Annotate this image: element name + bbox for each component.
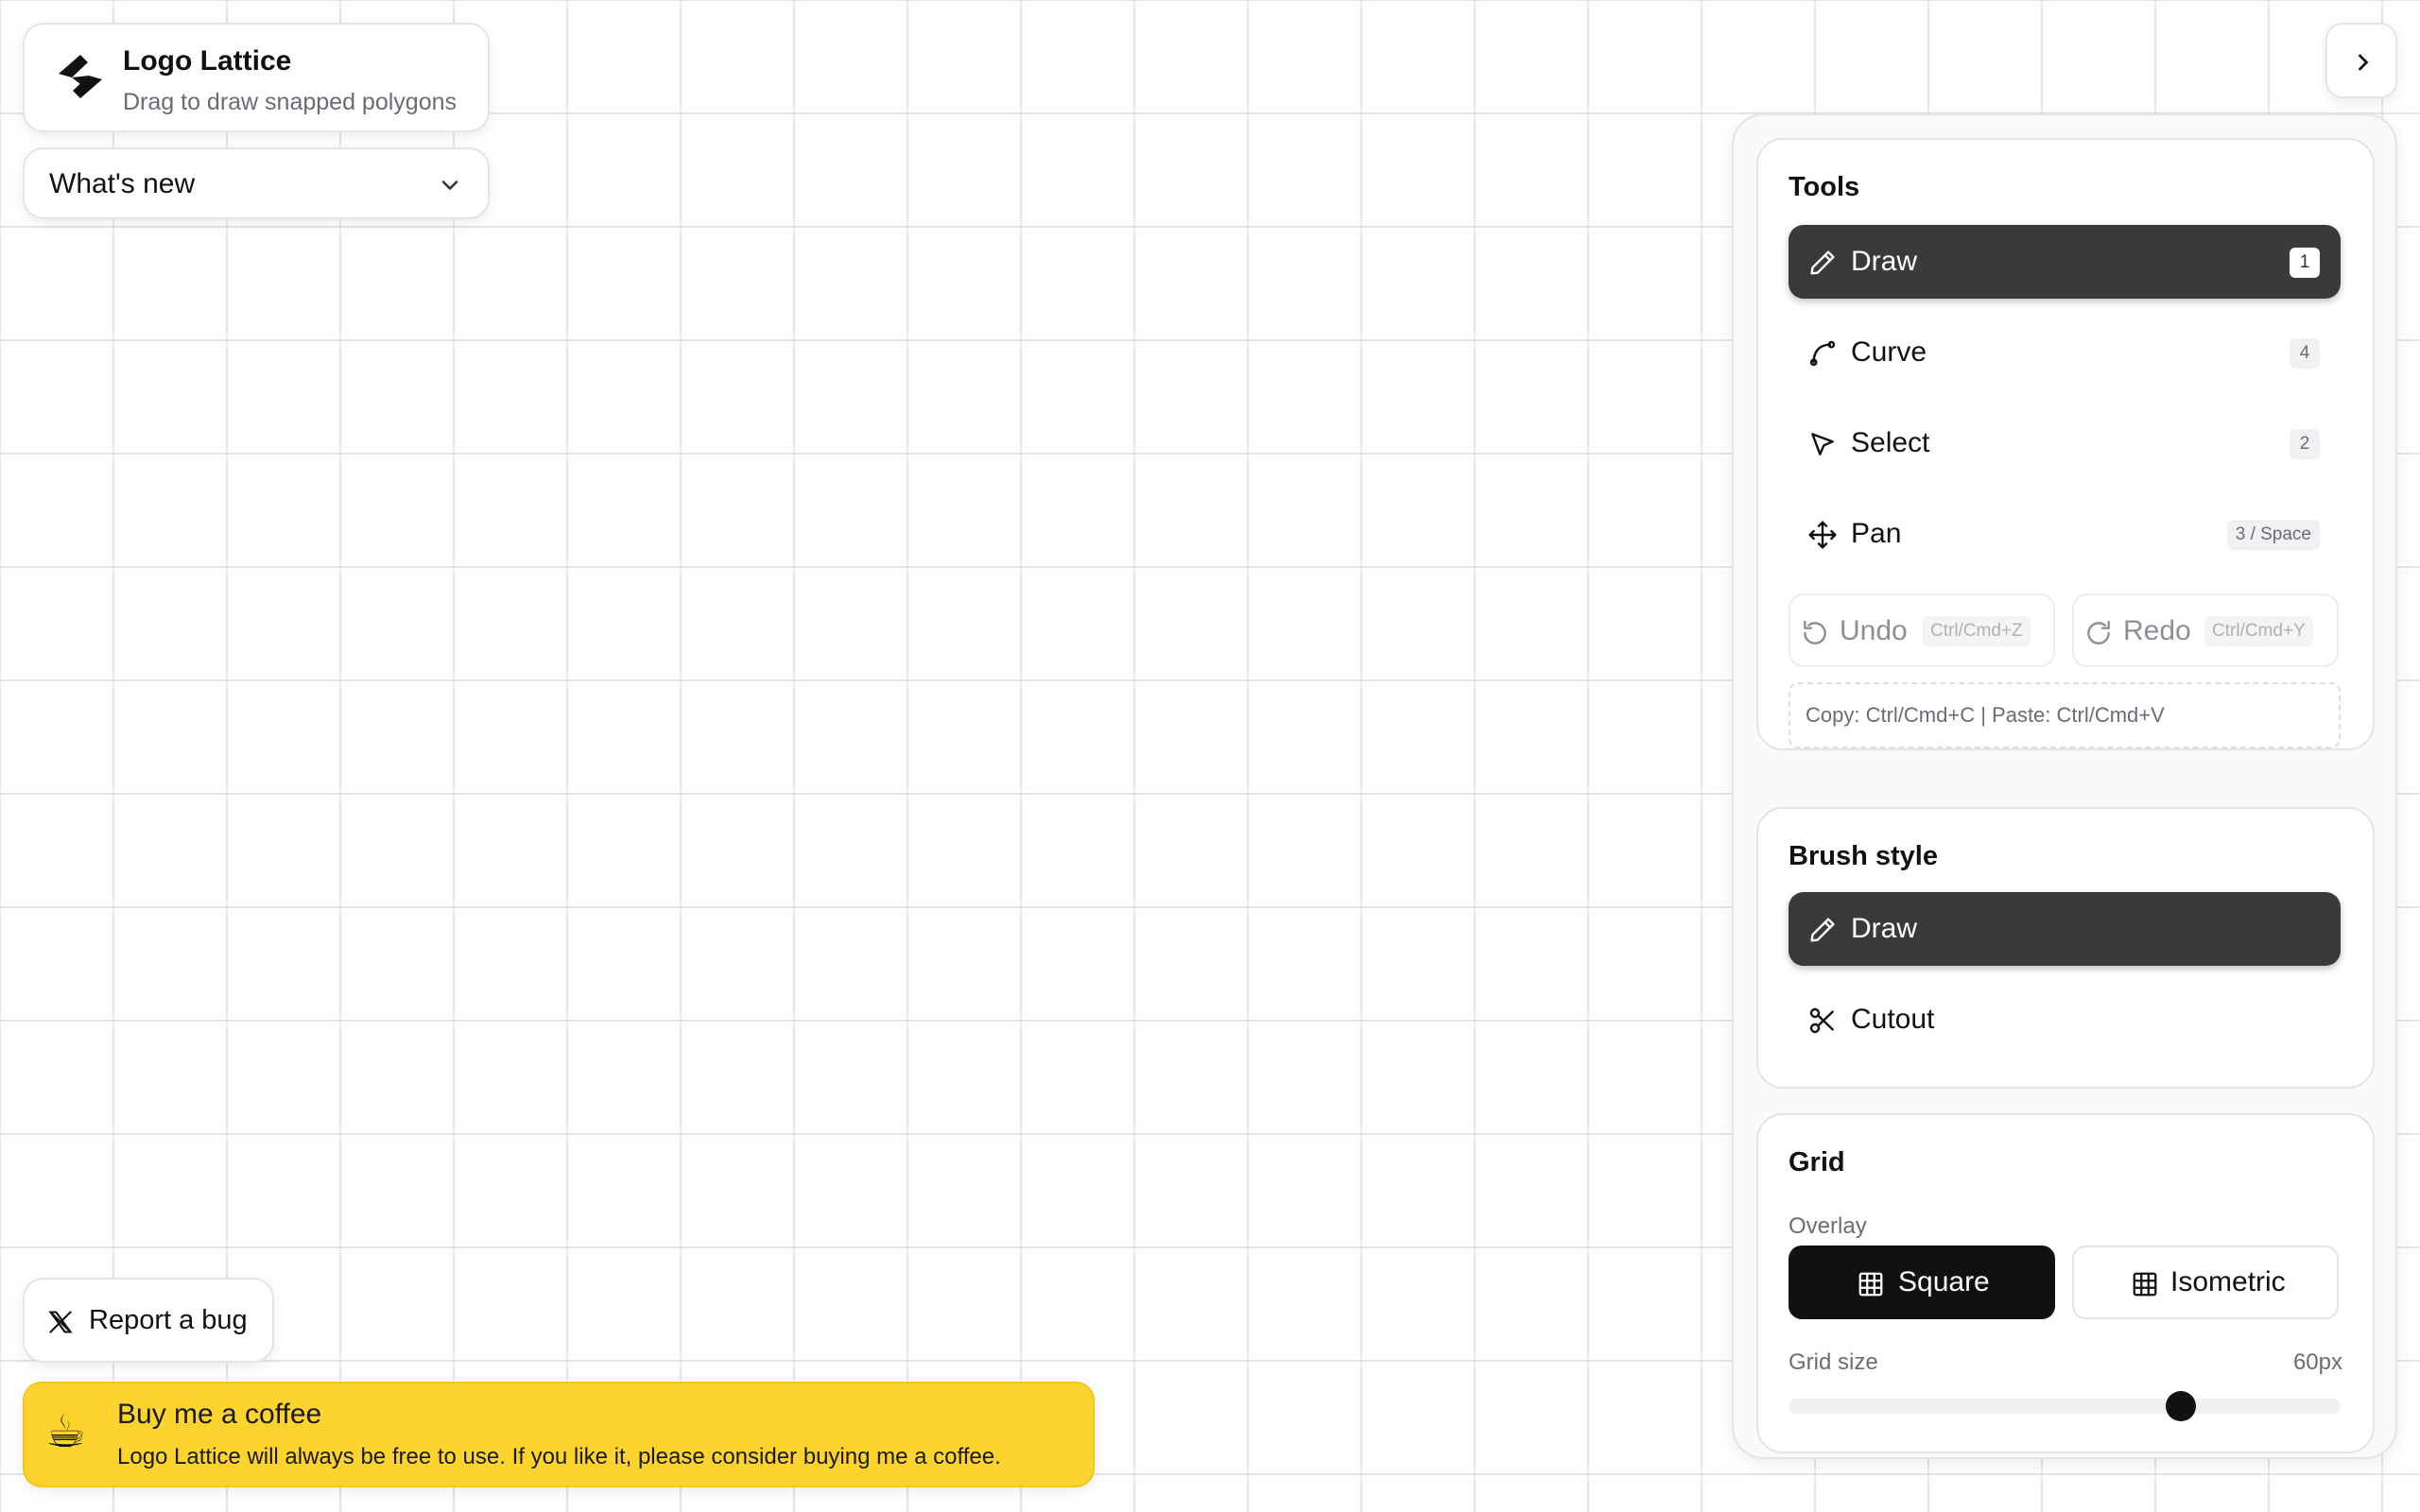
logo-lattice-icon (59, 55, 102, 98)
undo-button[interactable]: Undo Ctrl/Cmd+Z (1789, 593, 2055, 667)
tools-title: Tools (1789, 172, 1860, 202)
tool-select[interactable]: Select 2 (1789, 406, 2341, 480)
brush-cutout[interactable]: Cutout (1789, 983, 2341, 1057)
brush-label: Cutout (1851, 1004, 1935, 1035)
app-title: Logo Lattice (123, 45, 292, 77)
tool-curve[interactable]: Curve 4 (1789, 316, 2341, 389)
tool-draw[interactable]: Draw 1 (1789, 225, 2341, 299)
scissors-icon (1809, 1007, 1834, 1034)
undo-label: Undo (1840, 615, 1908, 646)
grid-icon (2133, 1272, 2157, 1297)
grid-size-label: Grid size (1789, 1349, 1878, 1375)
coffee-icon: ☕ (45, 1407, 87, 1457)
report-bug-button[interactable]: Report a bug (23, 1278, 274, 1363)
grid-size-slider[interactable] (1789, 1391, 2341, 1421)
redo-label: Redo (2123, 615, 2191, 646)
tool-label: Select (1851, 427, 1930, 458)
coffee-title: Buy me a coffee (117, 1399, 322, 1430)
grid-title: Grid (1789, 1147, 1845, 1177)
undo-shortcut: Ctrl/Cmd+Z (1923, 616, 2031, 646)
chevron-down-icon (441, 180, 458, 190)
copy-paste-hint: Copy: Ctrl/Cmd+C | Paste: Ctrl/Cmd+V (1789, 682, 2341, 748)
overlay-option-label: Isometric (2170, 1266, 2286, 1297)
shortcut-badge: 4 (2290, 338, 2320, 369)
coffee-text: Logo Lattice will always be free to use.… (117, 1444, 1001, 1469)
tool-label: Draw (1851, 246, 1918, 277)
move-icon (1808, 521, 1837, 549)
chevron-right-icon (2359, 54, 2368, 71)
tool-label: Pan (1851, 518, 1902, 549)
brush-style-section: Brush style Draw Cutout (1756, 807, 2375, 1089)
overlay-option-label: Square (1898, 1266, 1990, 1297)
app-subtitle: Drag to draw snapped polygons (123, 89, 458, 115)
redo-shortcut: Ctrl/Cmd+Y (2204, 616, 2313, 646)
shortcut-badge: 1 (2290, 248, 2320, 278)
redo-button[interactable]: Redo Ctrl/Cmd+Y (2072, 593, 2339, 667)
overlay-isometric-button[interactable]: Isometric (2072, 1246, 2339, 1319)
tools-section: Tools Draw 1 Curve 4 Select 2 Pan 3 / Sp… (1756, 138, 2375, 750)
panel-toggle-button[interactable] (2325, 23, 2397, 98)
brush-label: Draw (1851, 913, 1918, 944)
brush-style-title: Brush style (1789, 841, 1938, 871)
grid-section: Grid Overlay Square Isometric Grid size … (1756, 1113, 2375, 1453)
brand-card: Logo Lattice Drag to draw snapped polygo… (23, 23, 490, 132)
grid-size-value: 60px (2292, 1349, 2342, 1375)
redo-icon (2087, 620, 2110, 644)
overlay-square-button[interactable]: Square (1789, 1246, 2055, 1319)
slider-thumb[interactable] (2165, 1391, 2196, 1421)
whats-new-label: What's new (49, 168, 196, 199)
shortcut-badge: 2 (2290, 429, 2320, 459)
shortcut-badge: 3 / Space (2226, 520, 2320, 550)
brush-draw[interactable]: Draw (1789, 892, 2341, 966)
undo-icon (1804, 620, 1826, 644)
report-bug-label: Report a bug (89, 1305, 248, 1335)
pencil-icon (1810, 250, 1835, 275)
whats-new-dropdown[interactable]: What's new (23, 147, 490, 219)
overlay-label: Overlay (1789, 1213, 1867, 1239)
tool-pan[interactable]: Pan 3 / Space (1789, 497, 2341, 571)
grid-icon (1858, 1272, 1883, 1297)
cursor-icon (1811, 433, 1834, 455)
tool-label: Curve (1851, 336, 1927, 368)
x-logo-icon (48, 1311, 73, 1333)
buy-coffee-banner[interactable]: ☕ Buy me a coffee Logo Lattice will alwa… (23, 1382, 1095, 1487)
curve-icon (1809, 340, 1836, 367)
pencil-icon (1810, 918, 1835, 942)
tool-panel: Tools Draw 1 Curve 4 Select 2 Pan 3 / Sp… (1732, 113, 2397, 1459)
